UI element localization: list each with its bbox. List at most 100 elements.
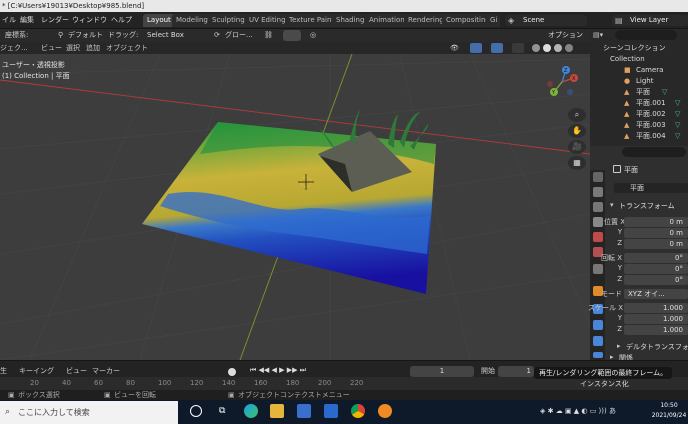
cortana-icon[interactable] <box>190 405 202 417</box>
store-icon[interactable] <box>297 404 311 418</box>
wireframe-shading-icon[interactable] <box>532 44 540 52</box>
drag-label: ドラッグ: <box>108 31 139 39</box>
camera-view-icon[interactable]: 🎥 <box>568 140 586 154</box>
render-tab-icon[interactable] <box>593 187 603 197</box>
constraints-tab-icon[interactable] <box>593 352 603 358</box>
scale-x-field[interactable]: 1.000 <box>624 303 688 313</box>
outliner-filter-icon[interactable]: ▤▾ <box>593 31 603 39</box>
xray-toggle-icon[interactable] <box>512 43 524 53</box>
3d-viewport[interactable] <box>0 54 590 360</box>
rendered-shading-icon[interactable] <box>565 44 573 52</box>
tool-tab-icon[interactable] <box>593 172 603 182</box>
outliner-item-plane-004[interactable]: 平面.004 <box>636 131 666 142</box>
location-x-field[interactable]: 0 m <box>624 217 688 227</box>
tab-more[interactable]: Gi <box>486 14 500 27</box>
mail-icon[interactable] <box>324 404 338 418</box>
keying-menu[interactable]: キーイング <box>19 366 54 377</box>
properties-search-input[interactable] <box>622 147 686 157</box>
task-view-icon[interactable]: ⧉ <box>219 406 225 416</box>
location-z-field[interactable]: 0 m <box>624 239 688 249</box>
view-layer-tab-icon[interactable] <box>593 217 603 227</box>
outliner-search-input[interactable] <box>615 30 677 40</box>
outliner-scene-collection[interactable]: シーンコレクション <box>603 43 666 54</box>
menu-window[interactable]: ウィンドウ <box>72 15 107 26</box>
solid-shading-icon[interactable] <box>543 44 551 52</box>
delta-transform-panel[interactable]: デルタトランスフォー <box>626 342 688 352</box>
outliner-item-light[interactable]: Light <box>636 76 653 87</box>
outliner-item-plane-001[interactable]: 平面.001 <box>636 98 666 109</box>
menu-file[interactable]: イル <box>2 15 16 26</box>
menu-help[interactable]: ヘルプ <box>111 15 132 26</box>
tab-uv-editing[interactable]: UV Editing <box>245 14 290 27</box>
pivot-icon[interactable]: ⚲ <box>58 30 63 41</box>
blender-app-icon[interactable] <box>378 404 392 418</box>
instancing-panel[interactable]: インスタンス化 <box>580 379 629 389</box>
menu-object[interactable]: オブジェクト <box>106 43 148 54</box>
rotation-y-field[interactable]: 0° <box>624 264 688 274</box>
proportional-edit-icon[interactable]: ◎ <box>310 30 316 41</box>
physics-tab-icon[interactable] <box>593 336 603 346</box>
timeline-view-menu[interactable]: ビュー <box>66 366 87 377</box>
transform-orientation-dropdown[interactable]: グロー... <box>225 30 253 41</box>
chevron-down-icon[interactable]: ▾ <box>610 201 614 209</box>
menu-select[interactable]: 選択 <box>66 43 80 54</box>
menu-edit[interactable]: 編集 <box>20 15 34 26</box>
view-layer-selector[interactable]: View Layer <box>612 15 688 26</box>
edge-browser-icon[interactable] <box>244 404 258 418</box>
chrome-browser-icon[interactable] <box>351 404 365 418</box>
outliner-item-plane-003[interactable]: 平面.003 <box>636 120 666 131</box>
grid-toggle-icon[interactable]: ▦ <box>568 156 586 170</box>
taskbar-clock[interactable]: 10:50 2021/09/24 <box>650 401 688 421</box>
record-icon[interactable] <box>228 368 236 376</box>
outliner-item-camera[interactable]: Camera <box>636 65 663 76</box>
file-explorer-icon[interactable] <box>270 404 284 418</box>
drag-dropdown[interactable]: Select Box <box>144 30 206 41</box>
playback-menu[interactable]: 生 <box>0 366 7 377</box>
location-y-field[interactable]: 0 m <box>624 228 688 238</box>
transform-panel-header[interactable]: トランスフォーム <box>619 201 675 211</box>
rotation-mode-dropdown[interactable]: XYZ オイ... <box>624 289 688 299</box>
outliner-item-plane-002[interactable]: 平面.002 <box>636 109 666 120</box>
outliner-collection[interactable]: Collection <box>610 54 645 65</box>
menu-add[interactable]: 追加 <box>86 43 100 54</box>
scene-tab-icon[interactable] <box>593 232 603 242</box>
object-mode-dropdown[interactable]: ジェク... <box>0 43 28 54</box>
rotation-z-field[interactable]: 0° <box>624 275 688 285</box>
gizmo-toggle-icon[interactable] <box>470 43 482 53</box>
snap-toggle[interactable] <box>283 30 301 41</box>
menu-render[interactable]: レンダー <box>41 15 69 26</box>
outliner-item-plane[interactable]: 平面 <box>636 87 650 98</box>
chevron-right-icon[interactable]: ▸ <box>617 342 621 350</box>
pivot-point-icon[interactable]: ⛓ <box>264 30 273 41</box>
tab-layout[interactable]: Layout <box>143 14 175 27</box>
particles-tab-icon[interactable] <box>593 320 603 330</box>
scale-z-field[interactable]: 1.000 <box>624 325 688 335</box>
navigation-gizmo[interactable]: X Z Y <box>544 64 580 100</box>
object-name-field[interactable]: 平面 <box>614 183 688 193</box>
transform-orientation-icon[interactable]: ⟳ <box>214 30 220 41</box>
visibility-icon[interactable]: 👁 <box>450 44 460 52</box>
scale-y-field[interactable]: 1.000 <box>624 314 688 324</box>
tab-sculpting[interactable]: Sculpting <box>208 14 249 27</box>
collection-tab-icon[interactable] <box>593 264 603 274</box>
zoom-icon[interactable]: ⌕ <box>568 108 586 122</box>
tab-shading[interactable]: Shading <box>332 14 369 27</box>
menu-view[interactable]: ビュー <box>41 43 62 54</box>
taskbar-search-input[interactable]: ここに入力して検索 <box>0 401 178 424</box>
scene-selector[interactable]: Scene <box>505 15 587 26</box>
current-frame-field[interactable]: 1 <box>410 366 474 377</box>
material-shading-icon[interactable] <box>554 44 562 52</box>
rotation-x-field[interactable]: 0° <box>624 253 688 263</box>
start-frame-field[interactable]: 1 <box>498 366 534 377</box>
output-tab-icon[interactable] <box>593 202 603 212</box>
tab-modeling[interactable]: Modeling <box>172 14 212 27</box>
pan-hand-icon[interactable]: ✋ <box>568 124 586 138</box>
overlay-toggle-icon[interactable] <box>491 43 503 53</box>
marker-menu[interactable]: マーカー <box>92 366 120 377</box>
tab-animation[interactable]: Animation <box>365 14 409 27</box>
tab-texture-paint[interactable]: Texture Paint <box>285 14 339 27</box>
system-tray-icons[interactable]: ◈ ✱ ☁ ▣ ▲ ◐ ▭ ))) あ <box>540 406 616 416</box>
options-dropdown[interactable]: オプション <box>545 30 587 41</box>
playback-controls[interactable]: ⏮ ◀◀ ◀ ▶ ▶▶ ⏭ <box>250 366 306 375</box>
orientation-dropdown[interactable]: デフォルト <box>68 30 103 41</box>
